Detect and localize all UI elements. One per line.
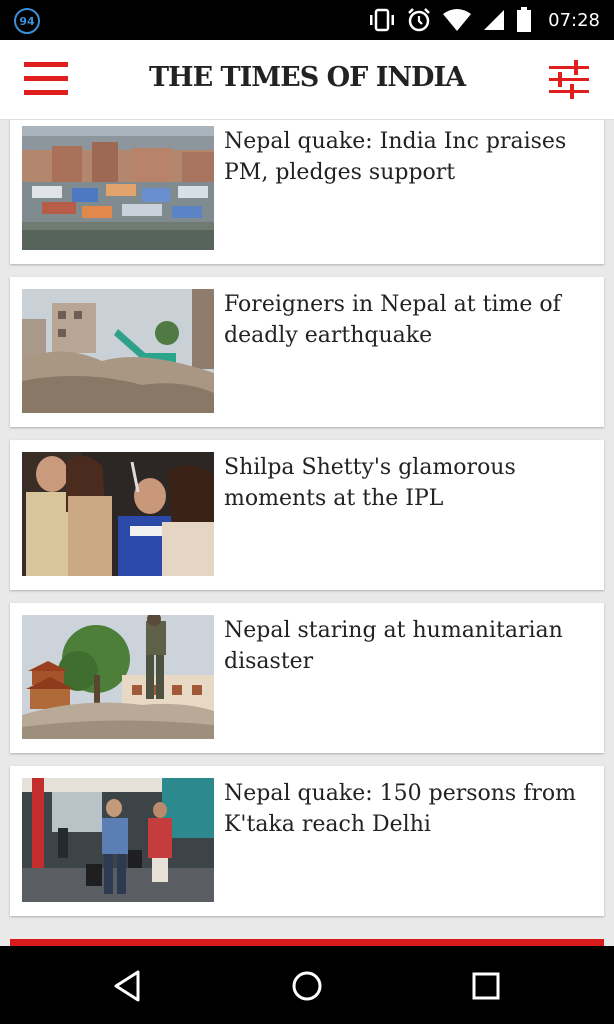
app-title: THE TIMES OF INDIA xyxy=(148,62,466,93)
article-headline: Foreigners in Nepal at time of deadly ea… xyxy=(224,292,561,348)
news-card[interactable]: Nepal quake: India Inc praises PM, pledg… xyxy=(10,120,604,264)
wifi-icon xyxy=(443,9,472,31)
status-bar: 94 07:28 xyxy=(0,0,614,40)
home-circle-icon xyxy=(292,971,322,1001)
recents-button[interactable] xyxy=(466,966,506,1006)
home-button[interactable] xyxy=(287,966,327,1006)
article-thumbnail xyxy=(22,452,214,576)
news-card[interactable]: Nepal quake: 150 persons from K'taka rea… xyxy=(10,766,604,916)
notification-badge: 94 xyxy=(14,8,40,34)
article-thumbnail xyxy=(22,289,214,413)
back-triangle-icon xyxy=(114,970,140,1002)
sliders-icon xyxy=(549,60,589,99)
system-nav-bar xyxy=(0,946,614,1024)
article-thumbnail xyxy=(22,615,214,739)
article-headline: Nepal staring at humanitarian disaster xyxy=(224,618,563,674)
article-headline: Nepal quake: 150 persons from K'taka rea… xyxy=(224,781,576,837)
news-feed: Nepal quake: India Inc praises PM, pledg… xyxy=(0,120,614,946)
article-headline: Shilpa Shetty's glamorous moments at the… xyxy=(224,455,516,511)
news-card[interactable]: Shilpa Shetty's glamorous moments at the… xyxy=(10,440,604,590)
article-thumbnail xyxy=(22,126,214,250)
article-headline: Nepal quake: India Inc praises PM, pledg… xyxy=(224,129,567,185)
filter-button[interactable] xyxy=(548,58,590,102)
back-button[interactable] xyxy=(108,966,148,1006)
news-card[interactable]: Nepal staring at humanitarian disaster xyxy=(10,603,604,753)
recents-square-icon xyxy=(472,972,500,1000)
app-header: THE TIMES OF INDIA xyxy=(0,40,614,120)
battery-icon xyxy=(517,7,532,32)
article-thumbnail xyxy=(22,778,214,902)
vibrate-icon xyxy=(370,8,395,32)
status-icons: 07:28 xyxy=(368,0,600,40)
clock: 07:28 xyxy=(548,9,600,31)
news-card[interactable]: Foreigners in Nepal at time of deadly ea… xyxy=(10,277,604,427)
cell-signal-icon xyxy=(484,10,505,30)
alarm-icon xyxy=(408,8,431,32)
